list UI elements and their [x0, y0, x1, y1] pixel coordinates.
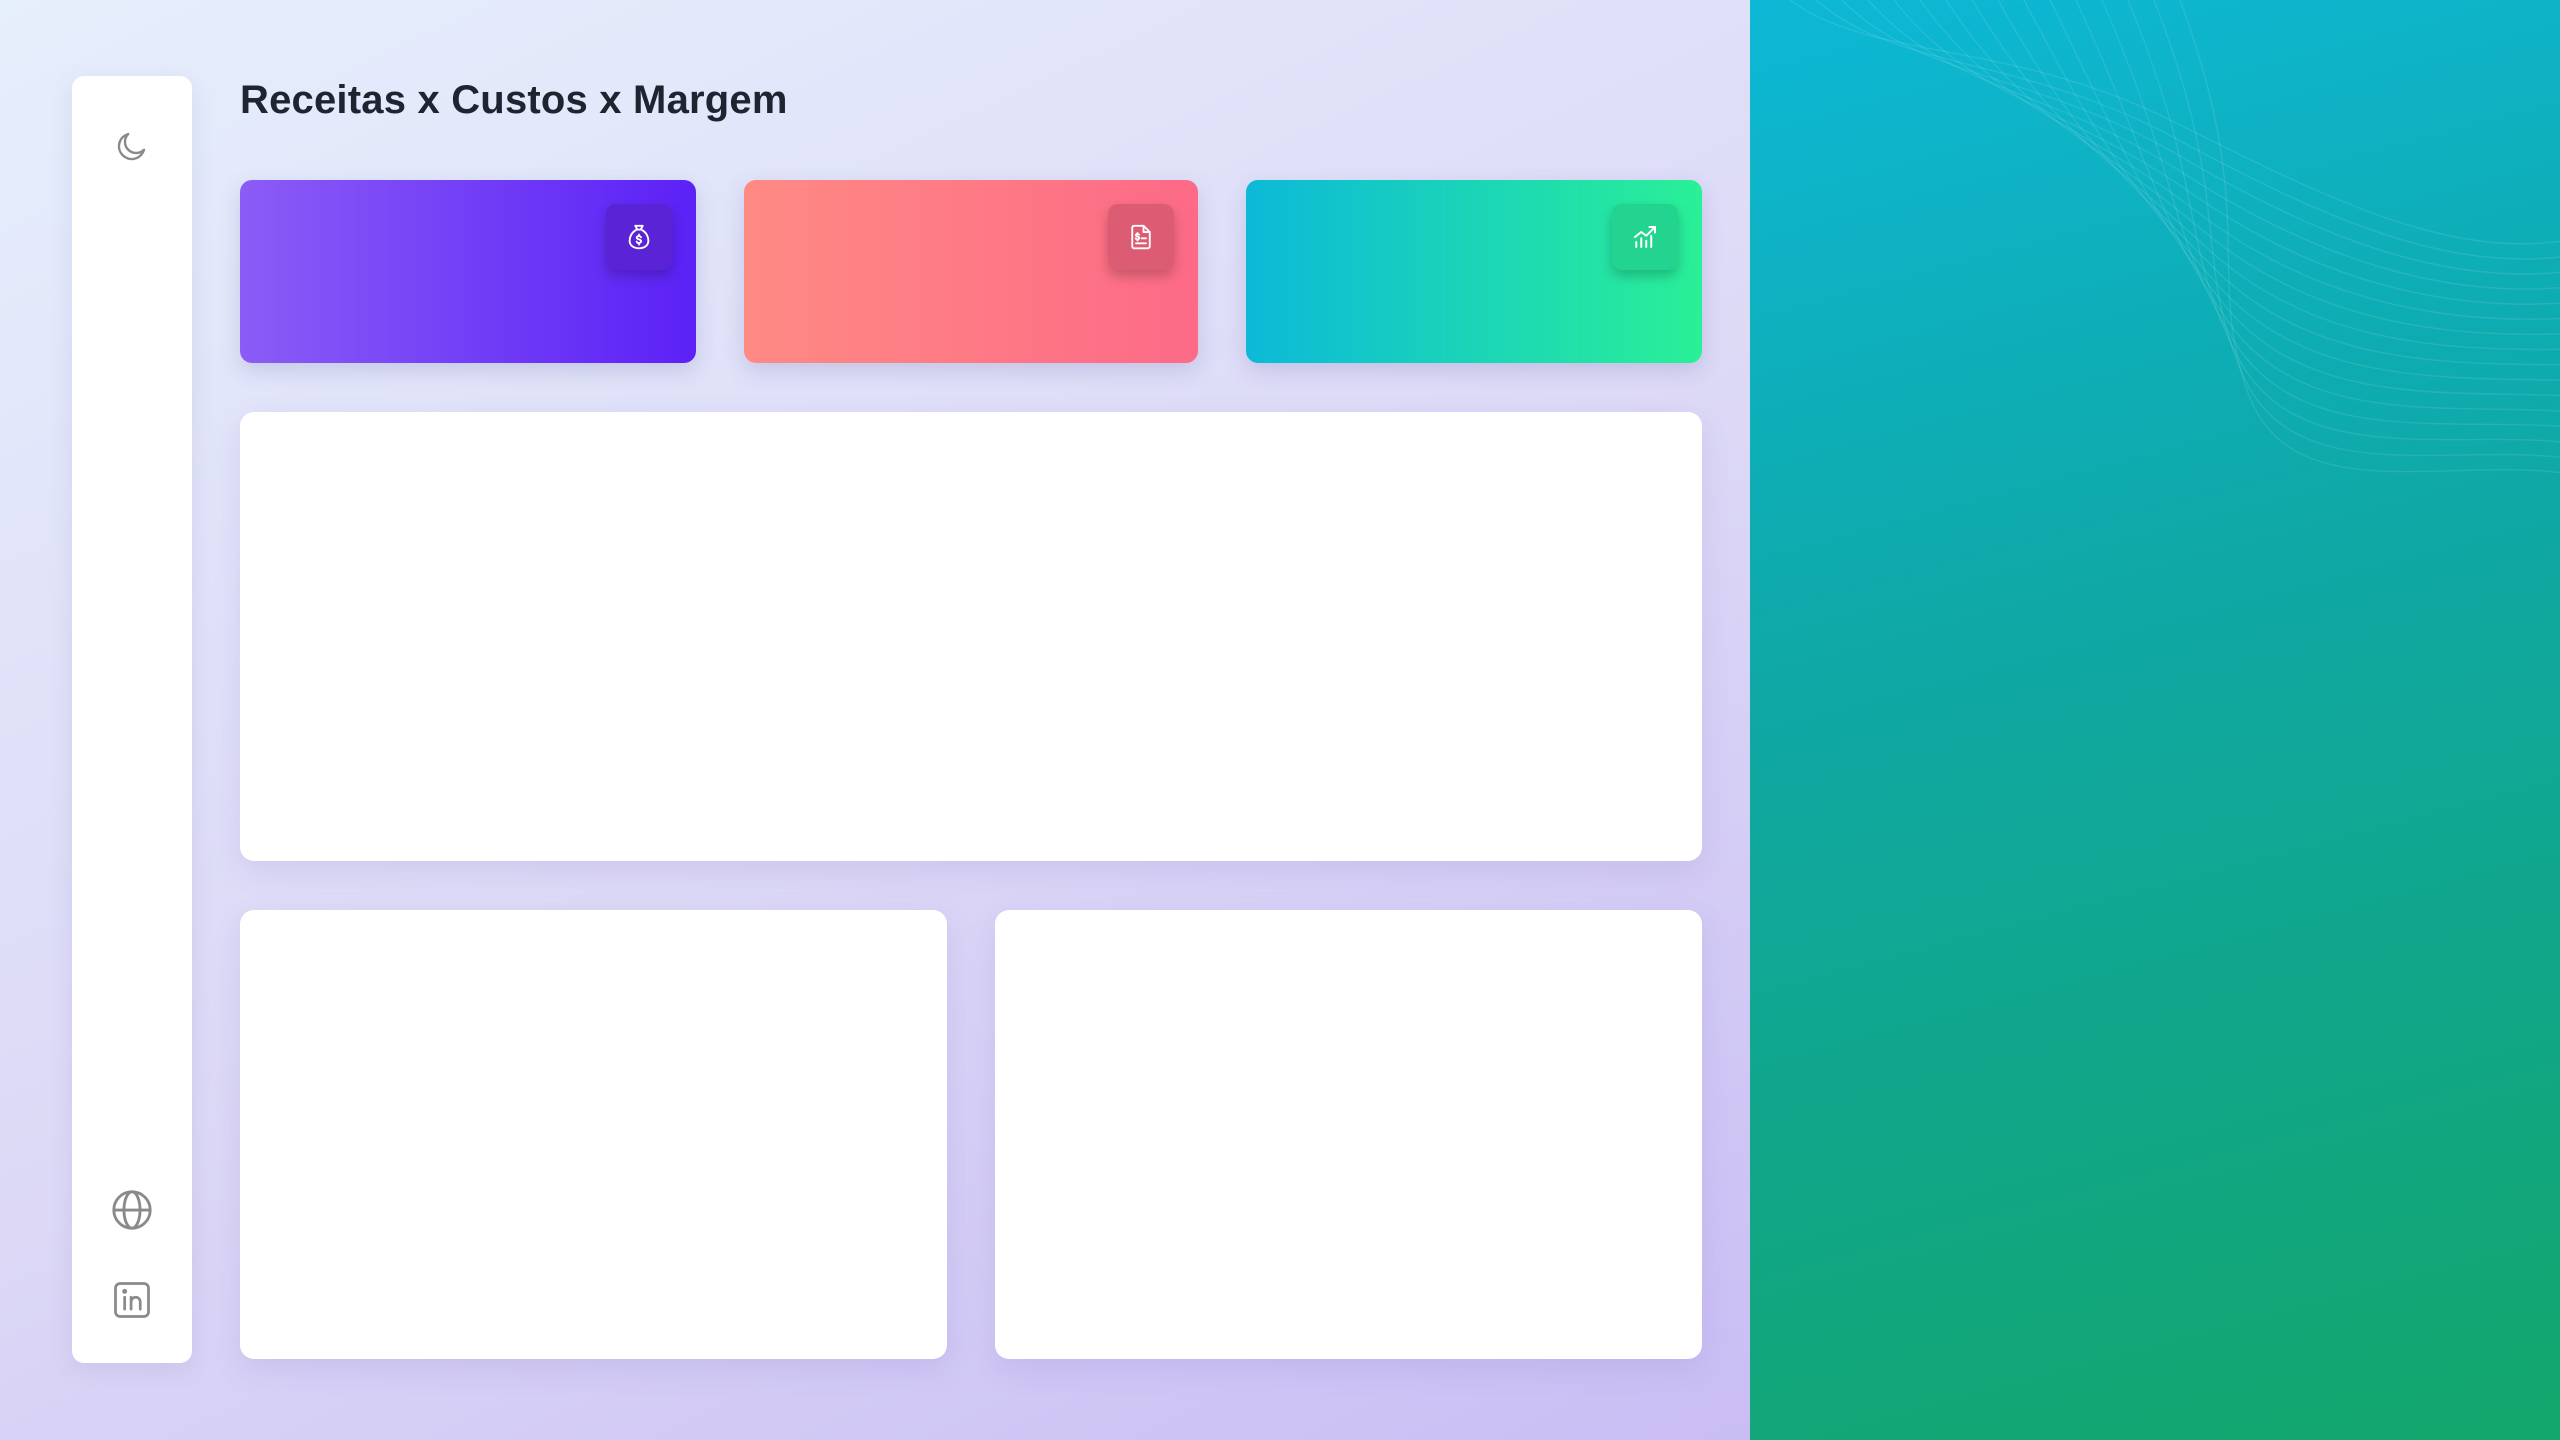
growth-chart-icon	[1612, 204, 1678, 270]
main-chart-panel	[240, 412, 1702, 861]
wave-line	[2179, 0, 2560, 474]
wave-line	[1893, 0, 2560, 305]
dashboard-area: Receitas x Custos x Margem	[0, 0, 1750, 1440]
decorative-side-panel	[1750, 0, 2560, 1440]
wave-line	[1971, 0, 2560, 351]
bottom-left-panel	[240, 910, 947, 1359]
linkedin-icon[interactable]	[102, 1270, 162, 1330]
page-title: Receitas x Custos x Margem	[240, 78, 788, 122]
kpi-card-receitas[interactable]	[240, 180, 696, 363]
wave-line	[1867, 0, 2560, 290]
sidebar	[72, 76, 192, 1363]
kpi-card-margem[interactable]	[1246, 180, 1702, 363]
kpi-card-custos[interactable]	[744, 180, 1198, 363]
wave-line	[1997, 0, 2560, 366]
wave-line	[1919, 0, 2560, 320]
money-bag-icon	[606, 204, 672, 270]
invoice-icon	[1108, 204, 1174, 270]
globe-icon[interactable]	[102, 1180, 162, 1240]
wave-line	[2075, 0, 2560, 412]
wave-lines-pattern	[1789, 0, 2560, 474]
wave-line	[1841, 0, 2560, 275]
wave-line	[2153, 0, 2560, 458]
moon-icon[interactable]	[106, 120, 158, 172]
wave-line	[2127, 0, 2560, 443]
bottom-right-panel	[995, 910, 1702, 1359]
